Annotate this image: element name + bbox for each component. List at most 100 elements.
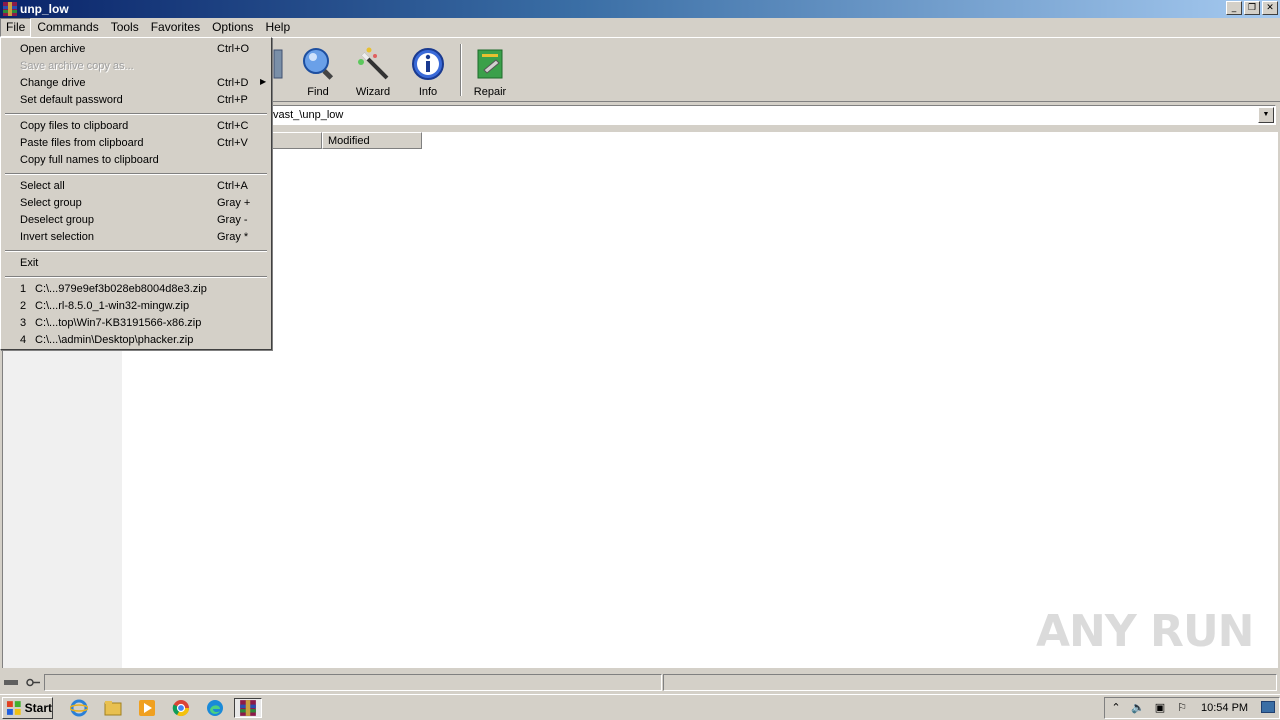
menu-tools[interactable]: Tools — [105, 18, 145, 37]
taskbar: Start ⌃ 🔈 ▣ ⚐ 10:54 PM — [0, 694, 1280, 720]
menu-item-label: Select group — [20, 197, 82, 209]
menu-item-label: Select all — [20, 180, 65, 192]
menu-bar: File Commands Tools Favorites Options He… — [0, 18, 1280, 37]
wizard-label: Wizard — [355, 86, 391, 98]
folder-icon — [104, 701, 122, 716]
recent-path: C:\...rl-8.5.0_1-win32-mingw.zip — [35, 300, 190, 312]
menu-item-label: Copy full names to clipboard — [20, 154, 159, 166]
find-button[interactable]: Find — [292, 46, 344, 98]
taskbar-chrome[interactable] — [170, 698, 192, 718]
menu-help[interactable]: Help — [259, 18, 296, 37]
restore-button[interactable]: ❐ — [1244, 1, 1260, 15]
submenu-arrow-icon: ▶ — [260, 77, 267, 86]
taskbar-edge[interactable] — [204, 698, 226, 718]
system-tray: ⌃ 🔈 ▣ ⚐ 10:54 PM — [1104, 697, 1280, 719]
show-desktop-icon[interactable] — [1261, 701, 1275, 713]
menu-item-label: Open archive — [20, 43, 86, 55]
menu-item-label: Save archive copy as... — [20, 60, 134, 72]
status-panel-left — [44, 674, 662, 691]
menu-item-shortcut: Gray + — [217, 197, 251, 209]
file-menu-dropdown: Open archive Ctrl+O Save archive copy as… — [0, 37, 272, 350]
start-button[interactable]: Start — [2, 697, 53, 719]
menu-item-label: Exit — [20, 257, 39, 269]
info-button[interactable]: Info — [402, 46, 454, 98]
address-dropdown-button[interactable]: ▼ — [1258, 107, 1274, 123]
menu-item-copy-full-names[interactable]: Copy full names to clipboard — [4, 151, 268, 168]
drive-key-icon[interactable] — [2, 675, 42, 690]
column-header-modified[interactable]: Modified — [322, 132, 422, 149]
menu-separator — [5, 276, 267, 278]
menu-item-select-all[interactable]: Select all Ctrl+A — [4, 177, 268, 194]
menu-item-recent-1[interactable]: 1 C:\...979e9ef3b028eb8004d8e3.zip — [4, 280, 268, 297]
status-bar — [0, 672, 1280, 692]
action-center-flag-icon[interactable]: ⚐ — [1175, 701, 1189, 715]
tray-expand-icon[interactable]: ⌃ — [1109, 701, 1123, 715]
clock[interactable]: 10:54 PM — [1201, 702, 1248, 714]
menu-item-set-default-password[interactable]: Set default password Ctrl+P — [4, 91, 268, 108]
file-list[interactable]: Modified — [122, 132, 1278, 668]
menu-favorites[interactable]: Favorites — [145, 18, 206, 37]
menu-item-label: Deselect group — [20, 214, 94, 226]
repair-button[interactable]: Repair — [464, 46, 516, 98]
address-input[interactable]: vast_\unp_low ▼ — [268, 105, 1276, 125]
menu-item-shortcut: Gray - — [217, 214, 248, 226]
status-panel-right — [663, 674, 1277, 691]
winrar-icon — [240, 700, 256, 716]
taskbar-explorer[interactable] — [102, 698, 124, 718]
magnifier-icon — [303, 48, 334, 80]
start-label: Start — [24, 701, 52, 715]
menu-item-select-group[interactable]: Select group Gray + — [4, 194, 268, 211]
taskbar-ie[interactable] — [68, 698, 90, 718]
window-title: unp_low — [20, 2, 69, 16]
repair-label: Repair — [473, 86, 507, 98]
recent-path: C:\...979e9ef3b028eb8004d8e3.zip — [35, 283, 207, 295]
recent-path: C:\...top\Win7-KB3191566-x86.zip — [35, 317, 202, 329]
repair-icon — [477, 49, 503, 79]
anyrun-watermark: ANY RUN — [1036, 606, 1254, 657]
taskbar-winrar-active[interactable] — [234, 698, 262, 718]
menu-item-deselect-group[interactable]: Deselect group Gray - — [4, 211, 268, 228]
taskbar-media-player[interactable] — [136, 698, 158, 718]
minimize-button[interactable]: _ — [1226, 1, 1242, 15]
menu-item-shortcut: Ctrl+D — [217, 77, 249, 89]
menu-item-save-archive-copy: Save archive copy as... — [4, 57, 268, 74]
menu-item-shortcut: Ctrl+P — [217, 94, 248, 106]
winrar-app-icon[interactable] — [2, 1, 18, 17]
menu-item-open-archive[interactable]: Open archive Ctrl+O — [4, 40, 268, 57]
menu-item-exit[interactable]: Exit — [4, 254, 268, 271]
menu-item-recent-3[interactable]: 3 C:\...top\Win7-KB3191566-x86.zip — [4, 314, 268, 331]
close-button[interactable]: ✕ — [1262, 1, 1278, 15]
volume-icon[interactable]: 🔈 — [1131, 701, 1145, 715]
media-player-icon — [139, 700, 155, 716]
menu-commands[interactable]: Commands — [31, 18, 104, 37]
menu-item-shortcut: Ctrl+A — [217, 180, 248, 192]
recent-path: C:\...\admin\Desktop\phacker.zip — [35, 334, 194, 346]
menu-item-invert-selection[interactable]: Invert selection Gray * — [4, 228, 268, 245]
menu-item-change-drive[interactable]: Change drive Ctrl+D ▶ — [4, 74, 268, 91]
title-bar: unp_low _ ❐ ✕ — [0, 0, 1280, 18]
wizard-button[interactable]: Wizard — [347, 46, 399, 98]
recent-number: 2 — [20, 300, 27, 312]
info-icon — [412, 48, 444, 80]
column-headers: Modified — [122, 132, 1278, 149]
chrome-icon — [172, 700, 190, 717]
recent-number: 1 — [20, 283, 27, 295]
menu-item-label: Copy files to clipboard — [20, 120, 129, 132]
menu-item-label: Paste files from clipboard — [20, 137, 144, 149]
menu-item-recent-2[interactable]: 2 C:\...rl-8.5.0_1-win32-mingw.zip — [4, 297, 268, 314]
menu-separator — [5, 113, 267, 115]
windows-logo-icon — [6, 701, 21, 715]
menu-options[interactable]: Options — [206, 18, 259, 37]
menu-file[interactable]: File — [0, 18, 32, 37]
network-icon[interactable]: ▣ — [1153, 701, 1167, 715]
menu-item-copy-files[interactable]: Copy files to clipboard Ctrl+C — [4, 117, 268, 134]
wand-icon — [358, 47, 389, 80]
recent-number: 3 — [20, 317, 27, 329]
menu-item-recent-4[interactable]: 4 C:\...\admin\Desktop\phacker.zip — [4, 331, 268, 348]
menu-item-shortcut: Ctrl+V — [217, 137, 248, 149]
menu-item-paste-files[interactable]: Paste files from clipboard Ctrl+V — [4, 134, 268, 151]
menu-item-label: Change drive — [20, 77, 86, 89]
toolbar-separator — [460, 44, 462, 96]
recent-number: 4 — [20, 334, 27, 346]
info-label: Info — [418, 86, 438, 98]
